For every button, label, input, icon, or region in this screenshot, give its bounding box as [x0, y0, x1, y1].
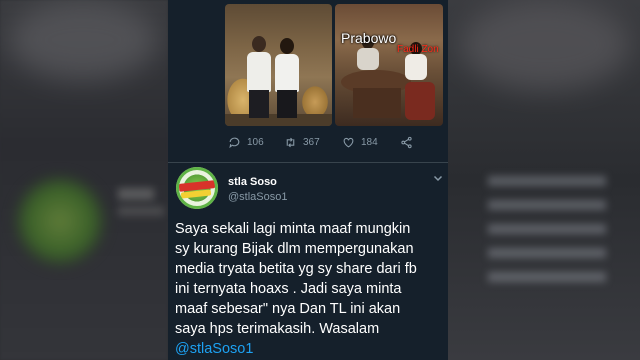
photo-caption-fadli: Fadli Zon	[397, 44, 439, 55]
photo-table	[353, 88, 401, 118]
retweet-count: 367	[303, 136, 320, 148]
photo-caption-prabowo: Prabowo	[341, 30, 397, 46]
photo-figure	[405, 54, 427, 80]
blurred-photo-left	[8, 0, 158, 80]
photo-figure	[357, 48, 379, 70]
reply-button[interactable]: 106	[228, 134, 264, 150]
tweet-card: Prabowo Fadli Zon 106 367 184 stla Soso …	[168, 0, 448, 360]
tweet-text-line: ini ternyata hoaxs . Jadi saya minta	[175, 281, 402, 297]
chevron-down-icon[interactable]	[432, 172, 444, 184]
tweet-text: Saya sekali lagi minta maaf mungkin sy k…	[175, 219, 443, 359]
blurred-name	[118, 188, 154, 200]
photo-figure	[249, 90, 269, 118]
tweet-photo-2[interactable]: Prabowo Fadli Zon	[335, 4, 443, 126]
tweet-photos: Prabowo Fadli Zon	[225, 4, 443, 126]
share-icon	[401, 136, 412, 148]
tweet-actions: 106 367 184	[228, 134, 438, 150]
avatar-ring	[176, 167, 218, 209]
tweet-text-line: saya hps terimakasih. Wasalam	[175, 321, 380, 337]
tweet-text-line: Saya sekali lagi minta maaf mungkin	[175, 221, 411, 237]
blurred-avatar	[14, 175, 106, 267]
heart-icon	[343, 137, 354, 147]
tweet-divider	[168, 162, 448, 163]
photo-figure	[252, 36, 266, 52]
user-handle[interactable]: @stlaSoso1	[228, 191, 287, 203]
reply-icon	[229, 137, 240, 148]
photo-chair	[405, 82, 435, 120]
tweet-text-line: sy kurang Bijak dlm mempergunakan	[175, 241, 414, 257]
blurred-photo-right	[460, 0, 630, 90]
photo-figure	[277, 90, 297, 118]
blurred-text	[488, 176, 606, 296]
tweet-text-line: maaf sebesar" nya Dan TL ini akan	[175, 301, 401, 317]
display-name[interactable]: stla Soso	[228, 176, 277, 188]
mention-link[interactable]: @stlaSoso1	[175, 339, 443, 359]
blurred-handle	[118, 206, 164, 216]
share-button[interactable]	[400, 134, 413, 150]
tweet-photo-1[interactable]	[225, 4, 332, 126]
retweet-button[interactable]: 367	[284, 134, 320, 150]
photo-figure	[247, 52, 271, 92]
reply-count: 106	[247, 136, 264, 148]
like-count: 184	[361, 136, 378, 148]
tweet-text-line: media tryata betita yg sy share dari fb	[175, 261, 417, 277]
photo-figure	[280, 38, 294, 54]
retweet-icon	[286, 137, 295, 147]
photo-figure	[275, 54, 299, 92]
like-button[interactable]: 184	[342, 134, 378, 150]
